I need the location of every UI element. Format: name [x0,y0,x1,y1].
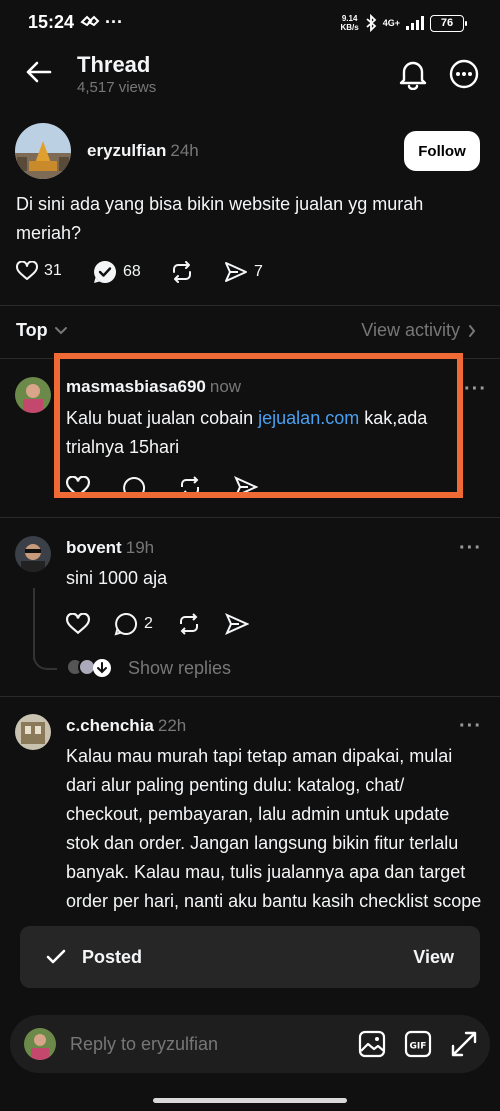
reply-time: 22h [157,716,187,735]
net-speed: 9.14 KB/s [340,14,359,32]
chevron-down-icon [54,326,68,336]
reply-username[interactable]: c.chenchia [66,716,154,735]
verified-comment-icon [93,260,117,284]
reply-actions: 2 [66,612,249,636]
reply-header: bovent 19h [66,538,154,558]
comment-count: 2 [144,615,153,632]
repost-action[interactable] [170,261,194,283]
image-icon[interactable] [358,1030,386,1058]
post-author: eryzulfian 24h [87,141,199,161]
more-notifications-icon: ··· [105,12,123,32]
send-icon[interactable] [224,613,249,635]
view-activity-link[interactable]: View activity [361,320,476,341]
sort-label: Top [16,320,48,340]
signal-icon [406,16,424,30]
reply-header: c.chenchia 22h [66,716,186,736]
reply-avatar[interactable] [15,377,51,413]
post-time: 24h [170,141,199,160]
checkmark-icon [46,949,66,965]
comment-action[interactable]: 68 [93,260,141,284]
chevron-right-icon [468,324,476,338]
home-indicator[interactable] [153,1098,347,1103]
follow-button[interactable]: Follow [404,131,480,171]
like-action[interactable]: 31 [16,261,62,281]
thread-curve [33,650,57,670]
reply-composer[interactable]: Reply to eryzulfian GIF [10,1015,490,1073]
comment-icon [114,612,138,636]
post-username[interactable]: eryzulfian [87,141,166,160]
signal-type: 4G+ [382,18,400,28]
highlight-box [54,353,463,498]
comment-action[interactable]: 2 [114,612,153,636]
reply-avatar[interactable] [15,714,51,750]
reply-username[interactable]: bovent [66,538,122,557]
view-activity-label: View activity [361,320,460,340]
more-icon[interactable]: ··· [459,715,482,738]
share-action[interactable]: 7 [224,261,263,283]
more-options-button[interactable] [449,59,479,89]
gif-icon[interactable]: GIF [404,1030,432,1058]
reply-avatar[interactable] [15,536,51,572]
toast-view-button[interactable]: View [413,947,454,968]
more-icon[interactable]: ··· [464,378,487,401]
divider [0,517,500,518]
notification-bell-icon[interactable] [398,58,428,90]
status-time: 15:24 [28,12,75,32]
status-indicators: 9.14 KB/s 4G+ 76 [340,14,467,32]
show-replies-link[interactable]: Show replies [128,658,231,679]
back-button[interactable] [24,60,52,84]
posted-toast: Posted View [20,926,480,988]
bluetooth-icon [365,14,377,32]
reply-text: sini 1000 aja [66,568,168,588]
comment-count: 68 [123,263,141,280]
send-icon [224,261,248,283]
reply-time: 19h [125,538,155,557]
post-author-avatar[interactable] [15,123,71,179]
heart-icon [16,261,38,281]
divider [0,696,500,697]
page-title: Thread [77,52,151,77]
reply-text: Kalau mau murah tapi tetap aman dipakai,… [66,746,482,922]
repost-icon [170,261,194,283]
heart-icon[interactable] [66,613,90,635]
toast-label: Posted [82,946,143,967]
user-avatar [24,1028,56,1060]
divider [0,305,500,306]
battery-indicator: 76 [430,14,467,32]
like-count: 31 [44,262,62,279]
svg-text:GIF: GIF [410,1042,427,1052]
replier-avatars [66,658,112,678]
share-count: 7 [254,263,263,280]
more-icon[interactable]: ··· [459,537,482,560]
sort-dropdown[interactable]: Top [16,320,68,341]
arrow-down-circle-icon [92,658,112,678]
repost-icon[interactable] [177,613,201,635]
reply-input[interactable]: Reply to eryzulfian [70,1034,358,1055]
view-count: 4,517 views [77,79,157,96]
tiktok-notification-icon [80,14,100,30]
expand-icon[interactable] [450,1030,478,1058]
post-text: Di sini ada yang bisa bikin website jual… [16,194,424,243]
